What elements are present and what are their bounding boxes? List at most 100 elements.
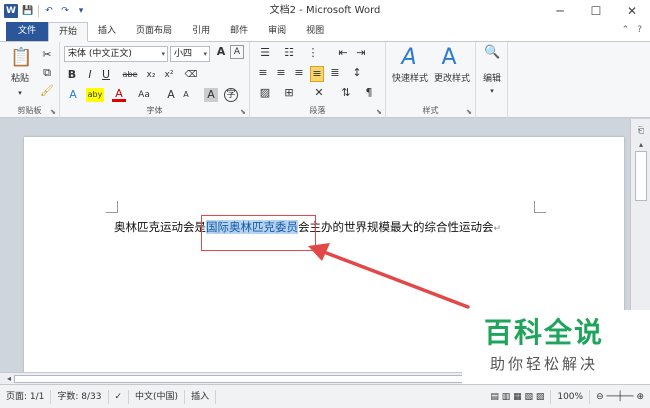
highlight-color-button[interactable]: aby: [86, 88, 104, 102]
copy-icon[interactable]: ⧉: [40, 66, 54, 80]
word-logo-icon[interactable]: W: [4, 4, 18, 18]
paste-icon[interactable]: 📋: [10, 48, 32, 68]
tab-file[interactable]: 文件: [6, 22, 49, 41]
quick-styles-icon[interactable]: A: [396, 46, 422, 70]
zoom-level[interactable]: 100%: [551, 389, 591, 404]
sort-icon[interactable]: ⇅: [338, 86, 354, 100]
font-size-value: 小四: [174, 49, 193, 59]
bullets-icon[interactable]: ☰: [256, 46, 274, 60]
ribbon-right-icons: ⌃ ?: [622, 25, 642, 35]
proofing-icon[interactable]: ✓: [109, 389, 130, 404]
strikethrough-button[interactable]: abe: [120, 68, 140, 82]
redo-icon[interactable]: ↷: [59, 4, 71, 18]
paragraph-launcher-icon[interactable]: ⬊: [376, 108, 382, 116]
watermark-subtitle: 助你轻松解决: [490, 355, 599, 373]
maximize-button[interactable]: ☐: [578, 0, 614, 22]
window-controls: ─ ☐ ✕: [542, 0, 650, 22]
font-group-label: 字体: [146, 106, 163, 115]
styles-group: A 快速样式 A 更改样式 样式 ⬊: [386, 42, 476, 118]
styles-launcher-icon[interactable]: ⬊: [466, 108, 472, 116]
watermark: 百科全说 助你轻松解决: [462, 310, 650, 384]
tab-insert[interactable]: 插入: [88, 22, 126, 41]
zoom-slider[interactable]: ⊖ ──┼── ⊕: [590, 390, 650, 404]
decrease-indent-icon[interactable]: ⇤: [336, 46, 350, 60]
asian-layout-icon[interactable]: ✕: [310, 86, 328, 100]
quick-access-toolbar: W 💾 ↶ ↷ ▾: [0, 0, 87, 22]
font-group: 宋体 (中文正文) ▾ 小四 ▾ A A B I U abe x₂ x² ⌫ A…: [60, 42, 250, 118]
help-icon[interactable]: ?: [637, 25, 642, 35]
change-case-button[interactable]: Aa: [134, 88, 154, 102]
font-name-value: 宋体 (中文正文): [68, 49, 132, 59]
show-marks-icon[interactable]: ¶: [362, 86, 376, 100]
multilevel-list-icon[interactable]: ⋮: [304, 46, 322, 60]
tab-page-layout[interactable]: 页面布局: [126, 22, 182, 41]
insert-mode[interactable]: 插入: [185, 389, 217, 404]
justify-icon[interactable]: ≡: [310, 66, 324, 82]
shrink-font-2-icon[interactable]: A: [180, 88, 192, 102]
tab-view[interactable]: 视图: [296, 22, 334, 41]
vertical-scroll-thumb[interactable]: [635, 151, 647, 201]
char-shading-button[interactable]: A: [204, 88, 218, 102]
tab-mailings[interactable]: 邮件: [220, 22, 258, 41]
close-button[interactable]: ✕: [614, 0, 650, 22]
line-spacing-icon[interactable]: ↕: [348, 66, 366, 80]
watermark-title: 百科全说: [484, 316, 605, 349]
change-styles-button[interactable]: 更改样式: [430, 72, 474, 86]
minimize-button[interactable]: ─: [542, 0, 578, 22]
language[interactable]: 中文(中国): [129, 389, 186, 404]
ribbon-tabs: 文件 开始 插入 页面布局 引用 邮件 审阅 视图 ⌃ ?: [0, 22, 650, 42]
font-launcher-icon[interactable]: ⬊: [240, 108, 246, 116]
font-color-button[interactable]: A: [112, 88, 126, 102]
styles-group-label: 样式: [422, 106, 439, 115]
editing-group: 🔍 编辑 ▾: [476, 42, 508, 118]
status-bar: 页面: 1/1 字数: 8/33 ✓ 中文(中国) 插入 ▤ ▥ ▦ ▧ ▨ 1…: [0, 384, 650, 408]
binoculars-icon[interactable]: 🔍: [484, 46, 500, 60]
view-buttons[interactable]: ▤ ▥ ▦ ▧ ▨: [484, 389, 552, 404]
font-name-select[interactable]: 宋体 (中文正文) ▾: [64, 46, 168, 62]
tab-home[interactable]: 开始: [48, 22, 89, 42]
paragraph-group-label: 段落: [309, 106, 326, 115]
enclose-char-button[interactable]: 字: [224, 88, 238, 102]
chevron-down-icon: ▾: [161, 50, 165, 58]
numbering-icon[interactable]: ☷: [280, 46, 298, 60]
cut-icon[interactable]: ✂: [40, 48, 54, 62]
collapse-ribbon-icon[interactable]: ⌃: [622, 25, 630, 35]
align-left-icon[interactable]: ≡: [256, 66, 270, 80]
title-bar: W 💾 ↶ ↷ ▾ 文档2 - Microsoft Word ─ ☐ ✕: [0, 0, 650, 22]
borders-icon[interactable]: ⊞: [280, 86, 298, 100]
quick-styles-button[interactable]: 快速样式: [388, 72, 432, 86]
clear-formatting-icon[interactable]: ⌫: [184, 68, 198, 82]
superscript-button[interactable]: x²: [162, 68, 176, 82]
subscript-button[interactable]: x₂: [144, 68, 158, 82]
tab-review[interactable]: 审阅: [258, 22, 296, 41]
clipboard-launcher-icon[interactable]: ⬊: [50, 108, 56, 116]
align-right-icon[interactable]: ≡: [292, 66, 306, 80]
italic-button[interactable]: I: [84, 68, 96, 82]
word-count[interactable]: 字数: 8/33: [51, 389, 109, 404]
scroll-up-icon[interactable]: ▴: [634, 139, 648, 151]
change-styles-icon[interactable]: A: [436, 46, 462, 70]
text-effects-button[interactable]: A: [66, 88, 80, 102]
bold-button[interactable]: B: [66, 68, 78, 82]
grow-font-icon[interactable]: A: [214, 45, 228, 59]
page-count[interactable]: 页面: 1/1: [0, 389, 52, 404]
customize-toolbar-icon[interactable]: ▾: [75, 4, 87, 18]
grow-font-2-icon[interactable]: A: [164, 88, 178, 102]
shading-icon[interactable]: ▨: [256, 86, 274, 100]
distributed-icon[interactable]: ≣: [328, 66, 342, 80]
paste-dropdown-icon[interactable]: ▾: [8, 86, 32, 100]
save-icon[interactable]: 💾: [22, 4, 34, 18]
format-painter-icon[interactable]: 🖌: [40, 84, 54, 98]
font-size-select[interactable]: 小四 ▾: [170, 46, 210, 62]
align-center-icon[interactable]: ≡: [274, 66, 288, 80]
chevron-down-icon[interactable]: ▾: [478, 84, 506, 98]
shrink-font-icon[interactable]: A: [230, 45, 244, 59]
underline-button[interactable]: U: [100, 68, 112, 82]
paste-button[interactable]: 粘贴: [6, 72, 34, 86]
paragraph-group: ☰ ☷ ⋮ ⇤ ⇥ ≡ ≡ ≡ ≡ ≣ ↕ ▨ ⊞ ✕ ⇅ ¶ 段落 ⬊: [250, 42, 386, 118]
undo-icon[interactable]: ↶: [43, 4, 55, 18]
tab-references[interactable]: 引用: [182, 22, 220, 41]
separator: [38, 5, 39, 17]
ruler-toggle-icon[interactable]: ⎗: [634, 125, 648, 137]
increase-indent-icon[interactable]: ⇥: [354, 46, 368, 60]
